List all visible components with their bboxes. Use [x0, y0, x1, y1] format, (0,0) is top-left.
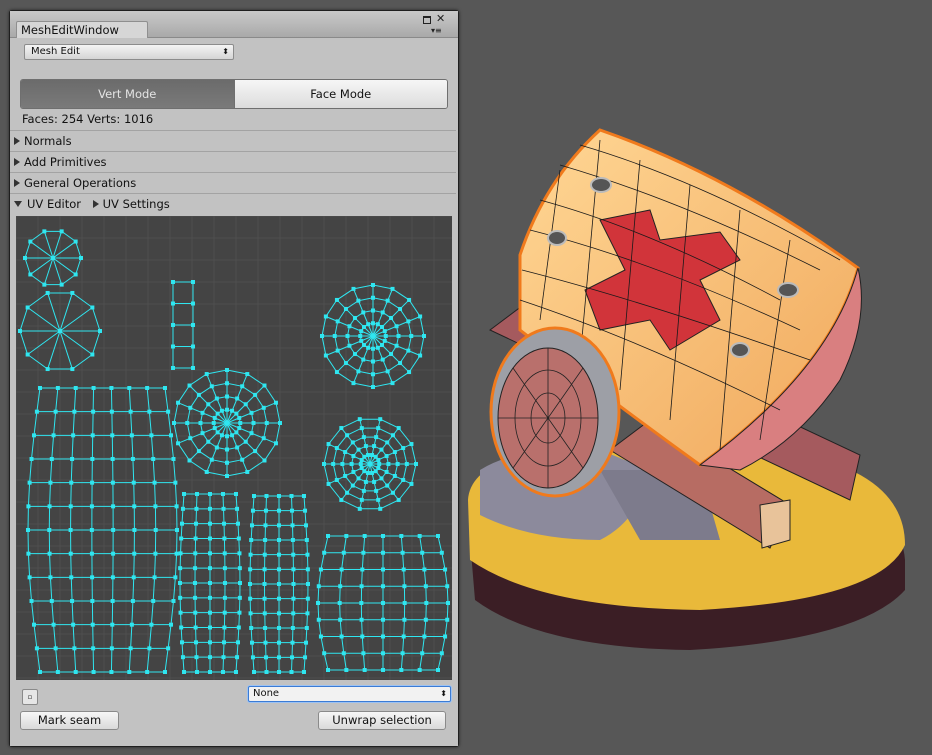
- foldout-uv-editor: UV Editor UV Settings: [10, 193, 456, 214]
- unwrap-selection-button[interactable]: Unwrap selection: [318, 711, 446, 730]
- foldout-general-operations[interactable]: General Operations: [10, 172, 456, 193]
- maximize-icon[interactable]: [423, 16, 431, 24]
- uv-toggle-checkbox[interactable]: ▫: [22, 689, 38, 705]
- mesh-preview: [468, 128, 905, 650]
- mode-dropdown[interactable]: Mesh Edit ⬍: [24, 44, 234, 60]
- foldout-label: Normals: [24, 134, 72, 148]
- dropdown-arrow-icon: ⬍: [440, 689, 447, 698]
- dropdown-arrow-icon: ⬍: [222, 47, 229, 56]
- foldout-label: UV Editor: [27, 197, 81, 211]
- window-tab[interactable]: MeshEditWindow: [16, 21, 148, 38]
- uv-channel-value: None: [253, 688, 280, 699]
- face-mode-button[interactable]: Face Mode: [233, 80, 447, 108]
- foldout-arrow-icon: [14, 158, 20, 166]
- foldout-arrow-icon: [14, 201, 22, 207]
- foldout-normals[interactable]: Normals: [10, 130, 456, 151]
- close-icon[interactable]: ✕: [436, 13, 445, 24]
- mode-toggle: Vert Mode Face Mode: [20, 79, 448, 109]
- foldout-uv-settings[interactable]: UV Settings: [92, 197, 170, 211]
- foldout-arrow-icon: [14, 179, 20, 187]
- foldout-label: UV Settings: [102, 197, 170, 211]
- uv-layout[interactable]: [16, 216, 452, 680]
- foldout-label: General Operations: [24, 176, 137, 190]
- foldout-label: Add Primitives: [24, 155, 107, 169]
- uv-channel-select[interactable]: None ⬍: [248, 686, 451, 702]
- uv-editor-canvas[interactable]: [16, 216, 452, 680]
- foldout-arrow-icon: [14, 137, 20, 145]
- menu-icon[interactable]: ▾≡: [431, 26, 442, 36]
- foldout-add-primitives[interactable]: Add Primitives: [10, 151, 456, 172]
- foldout-uv-editor-toggle[interactable]: UV Editor: [14, 197, 81, 211]
- window-titlebar[interactable]: MeshEditWindow ✕ ▾≡: [10, 11, 458, 38]
- mark-seam-button[interactable]: Mark seam: [20, 711, 119, 730]
- mesh-edit-window: MeshEditWindow ✕ ▾≡ Mesh Edit ⬍ Vert Mod…: [9, 10, 459, 747]
- mesh-stats: Faces: 254 Verts: 1016: [22, 112, 154, 126]
- foldout-arrow-icon: [92, 200, 99, 208]
- mode-dropdown-value: Mesh Edit: [31, 46, 80, 57]
- vert-mode-button[interactable]: Vert Mode: [21, 80, 234, 108]
